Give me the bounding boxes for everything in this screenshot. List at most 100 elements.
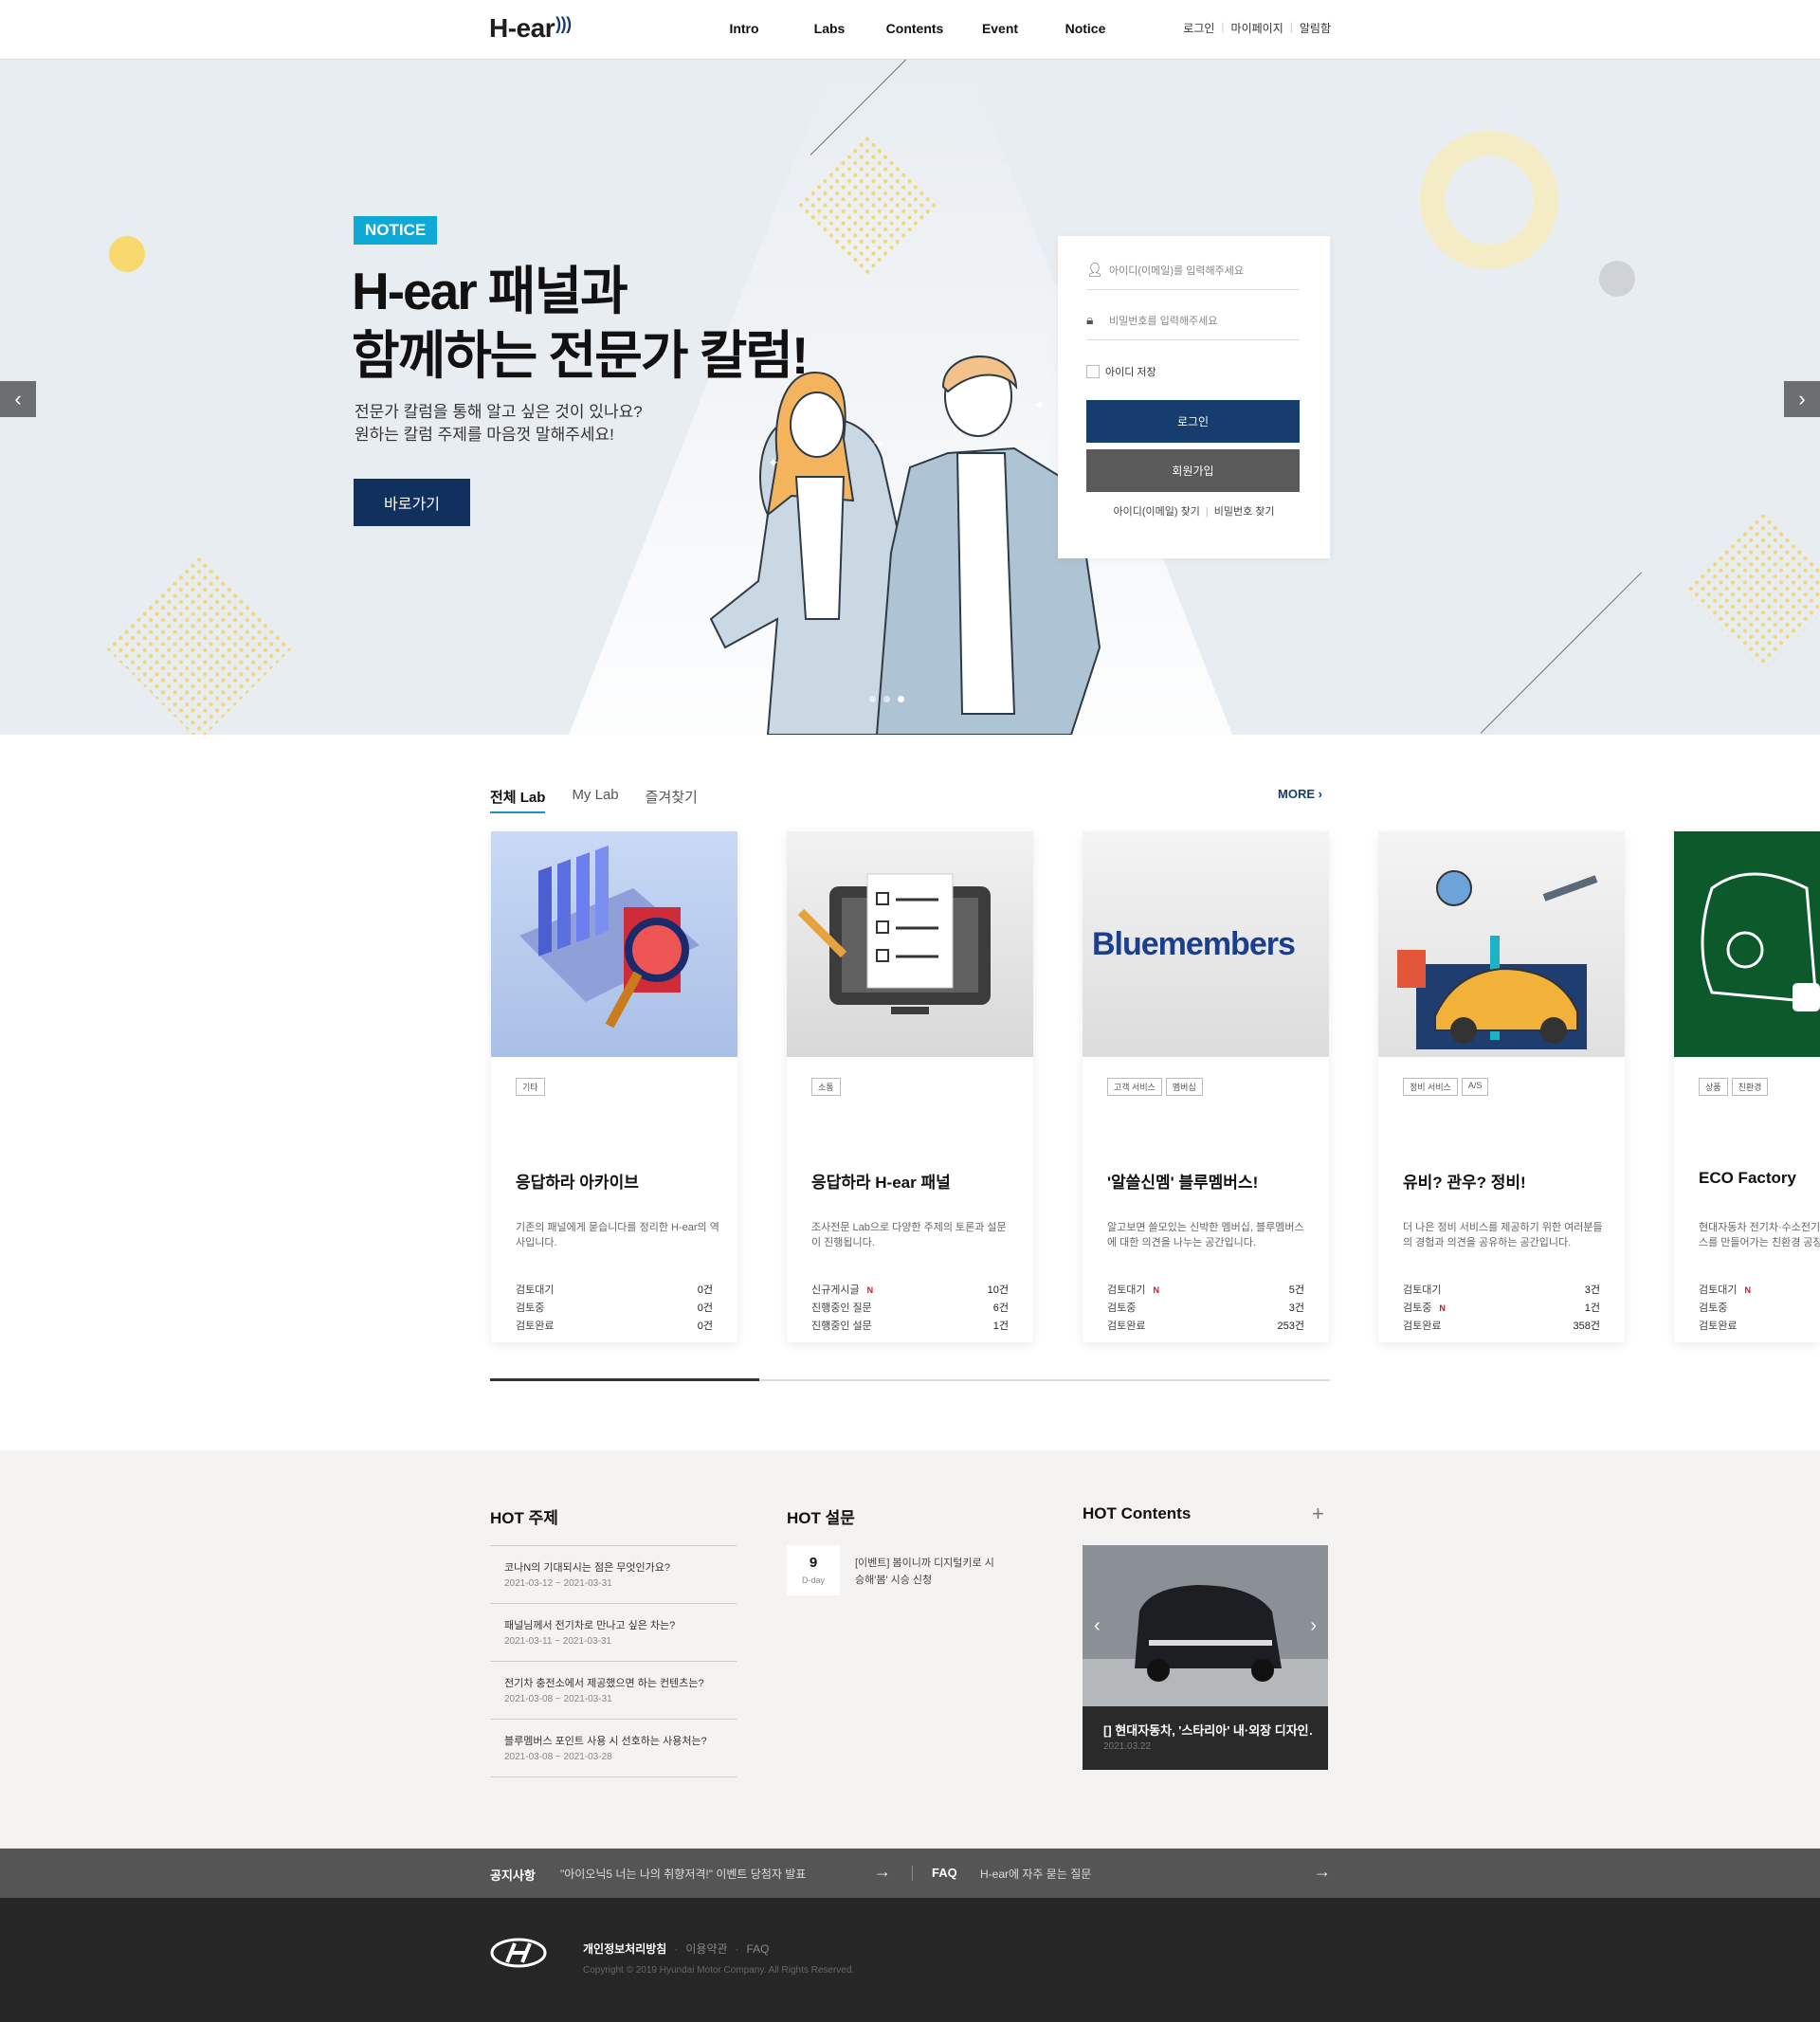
terms-link[interactable]: 이용약관 xyxy=(685,1942,727,1956)
card-tags: 상품 친환경 xyxy=(1699,1078,1769,1096)
join-button[interactable]: 회원가입 xyxy=(1086,449,1300,492)
stat-row: 진행중인 설문 1건 xyxy=(811,1318,1009,1336)
stat-label: 검토대기 xyxy=(1107,1284,1146,1296)
main-nav: Intro Labs Contents Event Notice xyxy=(701,21,1128,36)
list-item[interactable]: 블루멤버스 포인트 사용 시 선호하는 사용처는? 2021-03-08 ~ 20… xyxy=(490,1720,737,1777)
notice-label[interactable]: 공지사항 xyxy=(490,1866,536,1884)
card-stats: 검토대기 3건 검토중 N 1건 검토완료 358건 xyxy=(1403,1282,1600,1336)
slide-dot[interactable] xyxy=(883,696,890,702)
card-title: 유비? 관우? 정비! xyxy=(1403,1174,1526,1192)
list-item[interactable]: 코나N의 기대되시는 점은 무엇인가요? 2021-03-12 ~ 2021-03… xyxy=(490,1546,737,1604)
hero-sub-line2: 원하는 칼럼 주제를 마음껏 말해주세요! xyxy=(355,426,614,444)
tab-my-lab[interactable]: My Lab xyxy=(572,787,618,813)
notification-link[interactable]: 알림함 xyxy=(1300,20,1331,36)
more-link[interactable]: MORE › xyxy=(1278,787,1322,801)
decorative-circle xyxy=(109,236,145,272)
plus-icon[interactable]: + xyxy=(1312,1502,1324,1526)
lab-tabs: 전체 Lab My Lab 즐겨찾기 xyxy=(490,787,698,813)
list-item[interactable]: 패널님께서 전기차로 만나고 싶은 차는? 2021-03-11 ~ 2021-0… xyxy=(490,1604,737,1662)
card-tags: 기타 xyxy=(516,1078,545,1096)
notice-text[interactable]: "아이오닉5 너는 나의 취향저격!" 이벤트 당첨자 발표 xyxy=(560,1866,806,1882)
topic-question: 블루멤버스 포인트 사용 시 선호하는 사용처는? xyxy=(504,1736,707,1747)
slide-dot[interactable] xyxy=(869,696,876,702)
content-date: 2021.03.22 xyxy=(1103,1741,1152,1752)
go-button[interactable]: 바로가기 xyxy=(354,479,470,526)
privacy-link[interactable]: 개인정보처리방침 xyxy=(583,1942,666,1956)
tab-all-lab[interactable]: 전체 Lab xyxy=(490,787,546,813)
lab-card[interactable]: 기타 응답하라 아카이브 기존의 패널에게 묻습니다를 정리한 H-ear의 역… xyxy=(491,831,737,1342)
hot-contents-card[interactable]: ‹ › [] 현대자동차, '스타리아' 내·외장 디자인… 2021.03.2… xyxy=(1083,1545,1328,1770)
tag: 정비 서비스 xyxy=(1403,1078,1458,1096)
nav-labs[interactable]: Labs xyxy=(787,21,872,36)
email-field[interactable]: 👤︎ 아이디(이메일)를 입력해주세요 xyxy=(1086,250,1300,290)
arrow-right-icon[interactable]: → xyxy=(1314,1862,1331,1882)
login-link[interactable]: 로그인 xyxy=(1183,20,1214,36)
nav-notice[interactable]: Notice xyxy=(1043,21,1128,36)
stat-label: 검토완료 xyxy=(516,1321,555,1332)
find-id-link[interactable]: 아이디(이메일) 찾기 xyxy=(1114,506,1200,518)
mypage-link[interactable]: 마이페이지 xyxy=(1231,20,1283,36)
hero-banner: ‹ › NOTICE H-ear 패널과 함께하는 전문가 칼럼! 전문가 칼럼… xyxy=(0,60,1820,735)
faq-label[interactable]: FAQ xyxy=(932,1866,957,1880)
hot-topic-title: HOT 주제 xyxy=(490,1509,558,1527)
stat-value: 5건 xyxy=(1288,1284,1304,1296)
stat-row: 검토중 3건 xyxy=(1107,1300,1304,1318)
footer-faq-link[interactable]: FAQ xyxy=(747,1942,770,1956)
password-field[interactable]: 🔒︎ 비밀번호를 입력해주세요 xyxy=(1086,301,1300,340)
faq-text[interactable]: H-ear에 자주 묻는 질문 xyxy=(980,1866,1091,1882)
email-placeholder: 아이디(이메일)를 입력해주세요 xyxy=(1109,264,1244,277)
stat-value: 6건 xyxy=(992,1302,1009,1314)
new-badge: N xyxy=(1439,1303,1446,1313)
stat-label: 검토대기 xyxy=(1403,1284,1442,1296)
lab-card[interactable]: Bluemembers 고객 서비스 멤버십 '알쓸신멤' 블루멤버스! 알고보면… xyxy=(1083,831,1329,1342)
list-item[interactable]: 전기차 충전소에서 제공했으면 하는 컨텐츠는? 2021-03-08 ~ 202… xyxy=(490,1662,737,1720)
save-id-checkbox[interactable]: 아이디 저장 xyxy=(1086,364,1156,379)
slide-dot-active[interactable] xyxy=(898,696,904,702)
tag: 소통 xyxy=(811,1078,841,1096)
svg-text:✦: ✦ xyxy=(1033,396,1046,414)
logo[interactable]: H-ear))) xyxy=(489,13,572,44)
lab-card[interactable]: 소통 응답하라 H-ear 패널 조사전문 Lab으로 다양한 주제의 토론과 … xyxy=(787,831,1033,1342)
dday-label: D-day xyxy=(801,1576,825,1585)
card-description: 조사전문 Lab으로 다양한 주제의 토론과 설문이 진행됩니다. xyxy=(811,1222,1007,1248)
scrollbar-thumb[interactable] xyxy=(490,1378,759,1381)
login-box: 👤︎ 아이디(이메일)를 입력해주세요 🔒︎ 비밀번호를 입력해주세요 아이디 저장… xyxy=(1058,236,1330,558)
nav-event[interactable]: Event xyxy=(957,21,1043,36)
stat-value: 3건 xyxy=(1584,1284,1600,1296)
stat-value: 10건 xyxy=(987,1284,1009,1296)
card-thumbnail: Bluemembers xyxy=(1083,831,1329,1057)
card-stats: 검토대기 N 5건 검토중 3건 검토완료 253건 xyxy=(1107,1282,1304,1336)
stat-row: 진행중인 질문 6건 xyxy=(811,1300,1009,1318)
site-header: H-ear))) Intro Labs Contents Event Notic… xyxy=(0,0,1820,60)
find-pw-link[interactable]: 비밀번호 찾기 xyxy=(1214,506,1275,518)
prev-content-button[interactable]: ‹ xyxy=(1094,1615,1101,1637)
lab-card[interactable]: 상품친환경 ECO Factory 현대자동차 전기차·수소전기차 상품과 서비… xyxy=(1674,831,1820,1342)
nav-contents[interactable]: Contents xyxy=(872,21,957,36)
arrow-right-icon[interactable]: → xyxy=(874,1862,891,1882)
card-description: 현대자동차 전기차·수소전기차 상품과 서비스를 만들어가는 친환경 공장 xyxy=(1699,1222,1820,1248)
stat-value: 3건 xyxy=(1288,1302,1304,1314)
tab-favorites[interactable]: 즐겨찾기 xyxy=(646,787,698,813)
hero-sub-line1: 전문가 칼럼을 통해 알고 싶은 것이 있나요? xyxy=(355,403,643,421)
van-image xyxy=(1083,1545,1328,1706)
card-title: ECO Factory xyxy=(1699,1169,1796,1187)
nav-intro[interactable]: Intro xyxy=(701,21,787,36)
login-button[interactable]: 로그인 xyxy=(1086,400,1300,443)
topic-date: 2021-03-11 ~ 2021-03-31 xyxy=(504,1636,611,1647)
next-content-button[interactable]: › xyxy=(1310,1615,1317,1637)
prev-slide-button[interactable]: ‹ xyxy=(0,381,36,417)
stat-value: 0건 xyxy=(697,1321,713,1332)
stat-label: 검토완료 xyxy=(1699,1321,1738,1332)
hot-topic-list: 코나N의 기대되시는 점은 무엇인가요? 2021-03-12 ~ 2021-03… xyxy=(490,1545,737,1777)
hot-survey-item[interactable]: 9 D-day [이벤트] 봄이니까 디지털키로 시승해'봄' 시승 신청 xyxy=(787,1545,997,1595)
card-description: 더 나은 정비 서비스를 제공하기 위한 여러분들의 경험과 의견을 공유하는 … xyxy=(1403,1222,1603,1248)
tag: 기타 xyxy=(516,1078,545,1096)
dot-pattern xyxy=(105,554,293,735)
next-slide-button[interactable]: › xyxy=(1784,381,1820,417)
find-links: 아이디(이메일) 찾기 | 비밀번호 찾기 xyxy=(1058,503,1330,519)
tag: 친환경 xyxy=(1731,1078,1769,1096)
carousel-scrollbar[interactable] xyxy=(490,1378,1330,1381)
topic-question: 패널님께서 전기차로 만나고 싶은 차는? xyxy=(504,1620,676,1631)
more-label: MORE xyxy=(1278,787,1315,801)
lab-card[interactable]: 정비 서비스 A/S 유비? 관우? 정비! 더 나은 정비 서비스를 제공하기 … xyxy=(1378,831,1625,1342)
